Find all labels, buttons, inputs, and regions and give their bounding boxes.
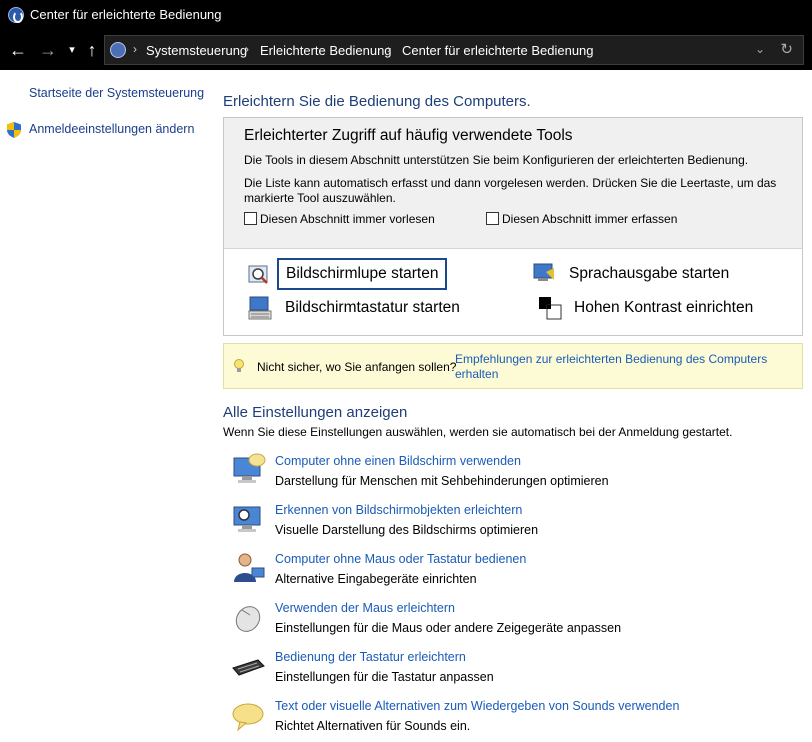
mouse-icon (235, 606, 261, 632)
user-icon (234, 553, 265, 582)
breadcrumb-erleichterte-bedienung[interactable]: Erleichterte Bedienung (260, 43, 392, 58)
recommendations-link-line[interactable]: erhalten (455, 367, 785, 382)
setting-desc: Darstellung für Menschen mit Sehbehinder… (275, 474, 609, 488)
setting-item-keyboard: Bedienung der Tastatur erleichtern Einst… (230, 648, 790, 688)
title-bar: Center für erleichterte Bedienung (0, 0, 812, 30)
breadcrumb-systemsteuerung[interactable]: Systemsteuerung (146, 43, 247, 58)
window-title: Center für erleichterte Bedienung (30, 7, 222, 22)
setting-link-keyboard[interactable]: Bedienung der Tastatur erleichtern (275, 650, 466, 664)
setup-high-contrast-button[interactable]: Hohen Kontrast einrichten (574, 299, 753, 317)
recommendations-link-line[interactable]: Empfehlungen zur erleichterten Bedienung… (455, 352, 785, 367)
always-read-label: Diesen Abschnitt immer vorlesen (260, 212, 435, 226)
monitor-speech-icon (233, 453, 266, 483)
start-on-screen-keyboard-button[interactable]: Bildschirmtastatur starten (285, 299, 460, 317)
lightbulb-icon (234, 359, 244, 372)
forward-arrow-icon[interactable]: → (36, 38, 60, 62)
setting-item-sound-alternatives: Text oder visuelle Alternativen zum Wied… (230, 697, 790, 737)
setting-link-mouse[interactable]: Verwenden der Maus erleichtern (275, 601, 455, 615)
speech-bubble-icon (232, 703, 264, 732)
address-bar[interactable]: › Systemsteuerung › Erleichterte Bedienu… (104, 35, 804, 65)
up-arrow-icon[interactable]: ↑ (80, 38, 104, 62)
breadcrumb-separator-icon[interactable]: › (245, 42, 249, 56)
tools-description-line: markierte Tool auszuwählen. (244, 191, 396, 205)
setting-link-sound-alternatives[interactable]: Text oder visuelle Alternativen zum Wied… (275, 699, 679, 713)
breadcrumb-separator-icon[interactable]: › (133, 42, 137, 56)
hint-text: Nicht sicher, wo Sie anfangen sollen? (257, 360, 457, 374)
checkbox-unchecked[interactable] (244, 212, 257, 225)
sidebar-item-control-panel-home[interactable]: Startseite der Systemsteuerung (29, 86, 204, 100)
all-settings-description: Wenn Sie diese Einstellungen auswählen, … (223, 425, 733, 439)
sidebar-item-logon-settings[interactable]: Anmeldeeinstellungen ändern (29, 122, 194, 136)
magnifier-icon (248, 265, 268, 284)
page-title: Erleichtern Sie die Bedienung des Comput… (223, 93, 531, 110)
recommendations-link[interactable]: Empfehlungen zur erleichterten Bedienung… (455, 352, 785, 382)
always-capture-checkbox[interactable]: Diesen Abschnitt immer erfassen (486, 212, 677, 226)
on-screen-keyboard-icon (248, 296, 272, 320)
always-capture-label: Diesen Abschnitt immer erfassen (502, 212, 678, 226)
refresh-icon[interactable]: ↻ (780, 40, 793, 58)
setting-desc: Alternative Eingabegeräte einrichten (275, 572, 477, 586)
setting-item-no-display: Computer ohne einen Bildschirm verwenden… (230, 452, 790, 492)
setting-desc: Einstellungen für die Tastatur anpassen (275, 670, 494, 684)
all-settings-heading: Alle Einstellungen anzeigen (223, 404, 408, 421)
monitor-magnify-icon (233, 506, 261, 532)
setting-item-mouse: Verwenden der Maus erleichtern Einstellu… (230, 599, 790, 639)
setting-desc: Richtet Alternativen für Sounds ein. (275, 719, 471, 733)
setting-desc: Einstellungen für die Maus oder andere Z… (275, 621, 622, 635)
sidebar: Startseite der Systemsteuerung Anmeldeei… (0, 70, 205, 742)
main-content: Erleichtern Sie die Bedienung des Comput… (205, 70, 812, 742)
ease-of-access-icon (8, 7, 24, 23)
keyboard-icon (232, 659, 265, 676)
start-narrator-button[interactable]: Sprachausgabe starten (569, 265, 729, 283)
setting-link-easier-to-see[interactable]: Erkennen von Bildschirmobjekten erleicht… (275, 503, 522, 517)
back-arrow-icon[interactable]: ← (6, 38, 30, 62)
breadcrumb-separator-icon[interactable]: › (387, 42, 391, 56)
tools-header-area: Erleichterter Zugriff auf häufig verwend… (224, 118, 802, 249)
control-panel-icon (110, 42, 126, 58)
setting-link-no-mouse-keyboard[interactable]: Computer ohne Maus oder Tastatur bediene… (275, 552, 526, 566)
recommendation-hint: Nicht sicher, wo Sie anfangen sollen? Em… (223, 343, 803, 389)
setting-item-easier-to-see: Erkennen von Bildschirmobjekten erleicht… (230, 501, 790, 541)
quick-access-tools-panel: Erleichterter Zugriff auf häufig verwend… (223, 117, 803, 336)
tools-description-line: Die Liste kann automatisch erfasst und d… (244, 176, 777, 190)
narrator-icon (533, 263, 554, 281)
tools-description: Die Tools in diesem Abschnitt unterstütz… (244, 153, 749, 167)
tools-title: Erleichterter Zugriff auf häufig verwend… (244, 127, 573, 144)
always-read-checkbox[interactable]: Diesen Abschnitt immer vorlesen (244, 212, 435, 226)
setting-desc: Visuelle Darstellung des Bildschirms opt… (275, 523, 539, 537)
uac-shield-icon (7, 122, 21, 138)
setting-link-no-display[interactable]: Computer ohne einen Bildschirm verwenden (275, 454, 521, 468)
start-magnifier-button[interactable]: Bildschirmlupe starten (277, 258, 448, 290)
breadcrumb-center[interactable]: Center für erleichterte Bedienung (402, 43, 594, 58)
navigation-bar: ← → ▾ ↑ › Systemsteuerung › Erleichterte… (0, 30, 812, 70)
setting-item-no-mouse-keyboard: Computer ohne Maus oder Tastatur bediene… (230, 550, 790, 590)
checkbox-unchecked[interactable] (486, 212, 499, 225)
high-contrast-icon (539, 297, 562, 320)
address-dropdown-icon[interactable]: ⌄ (755, 42, 765, 56)
